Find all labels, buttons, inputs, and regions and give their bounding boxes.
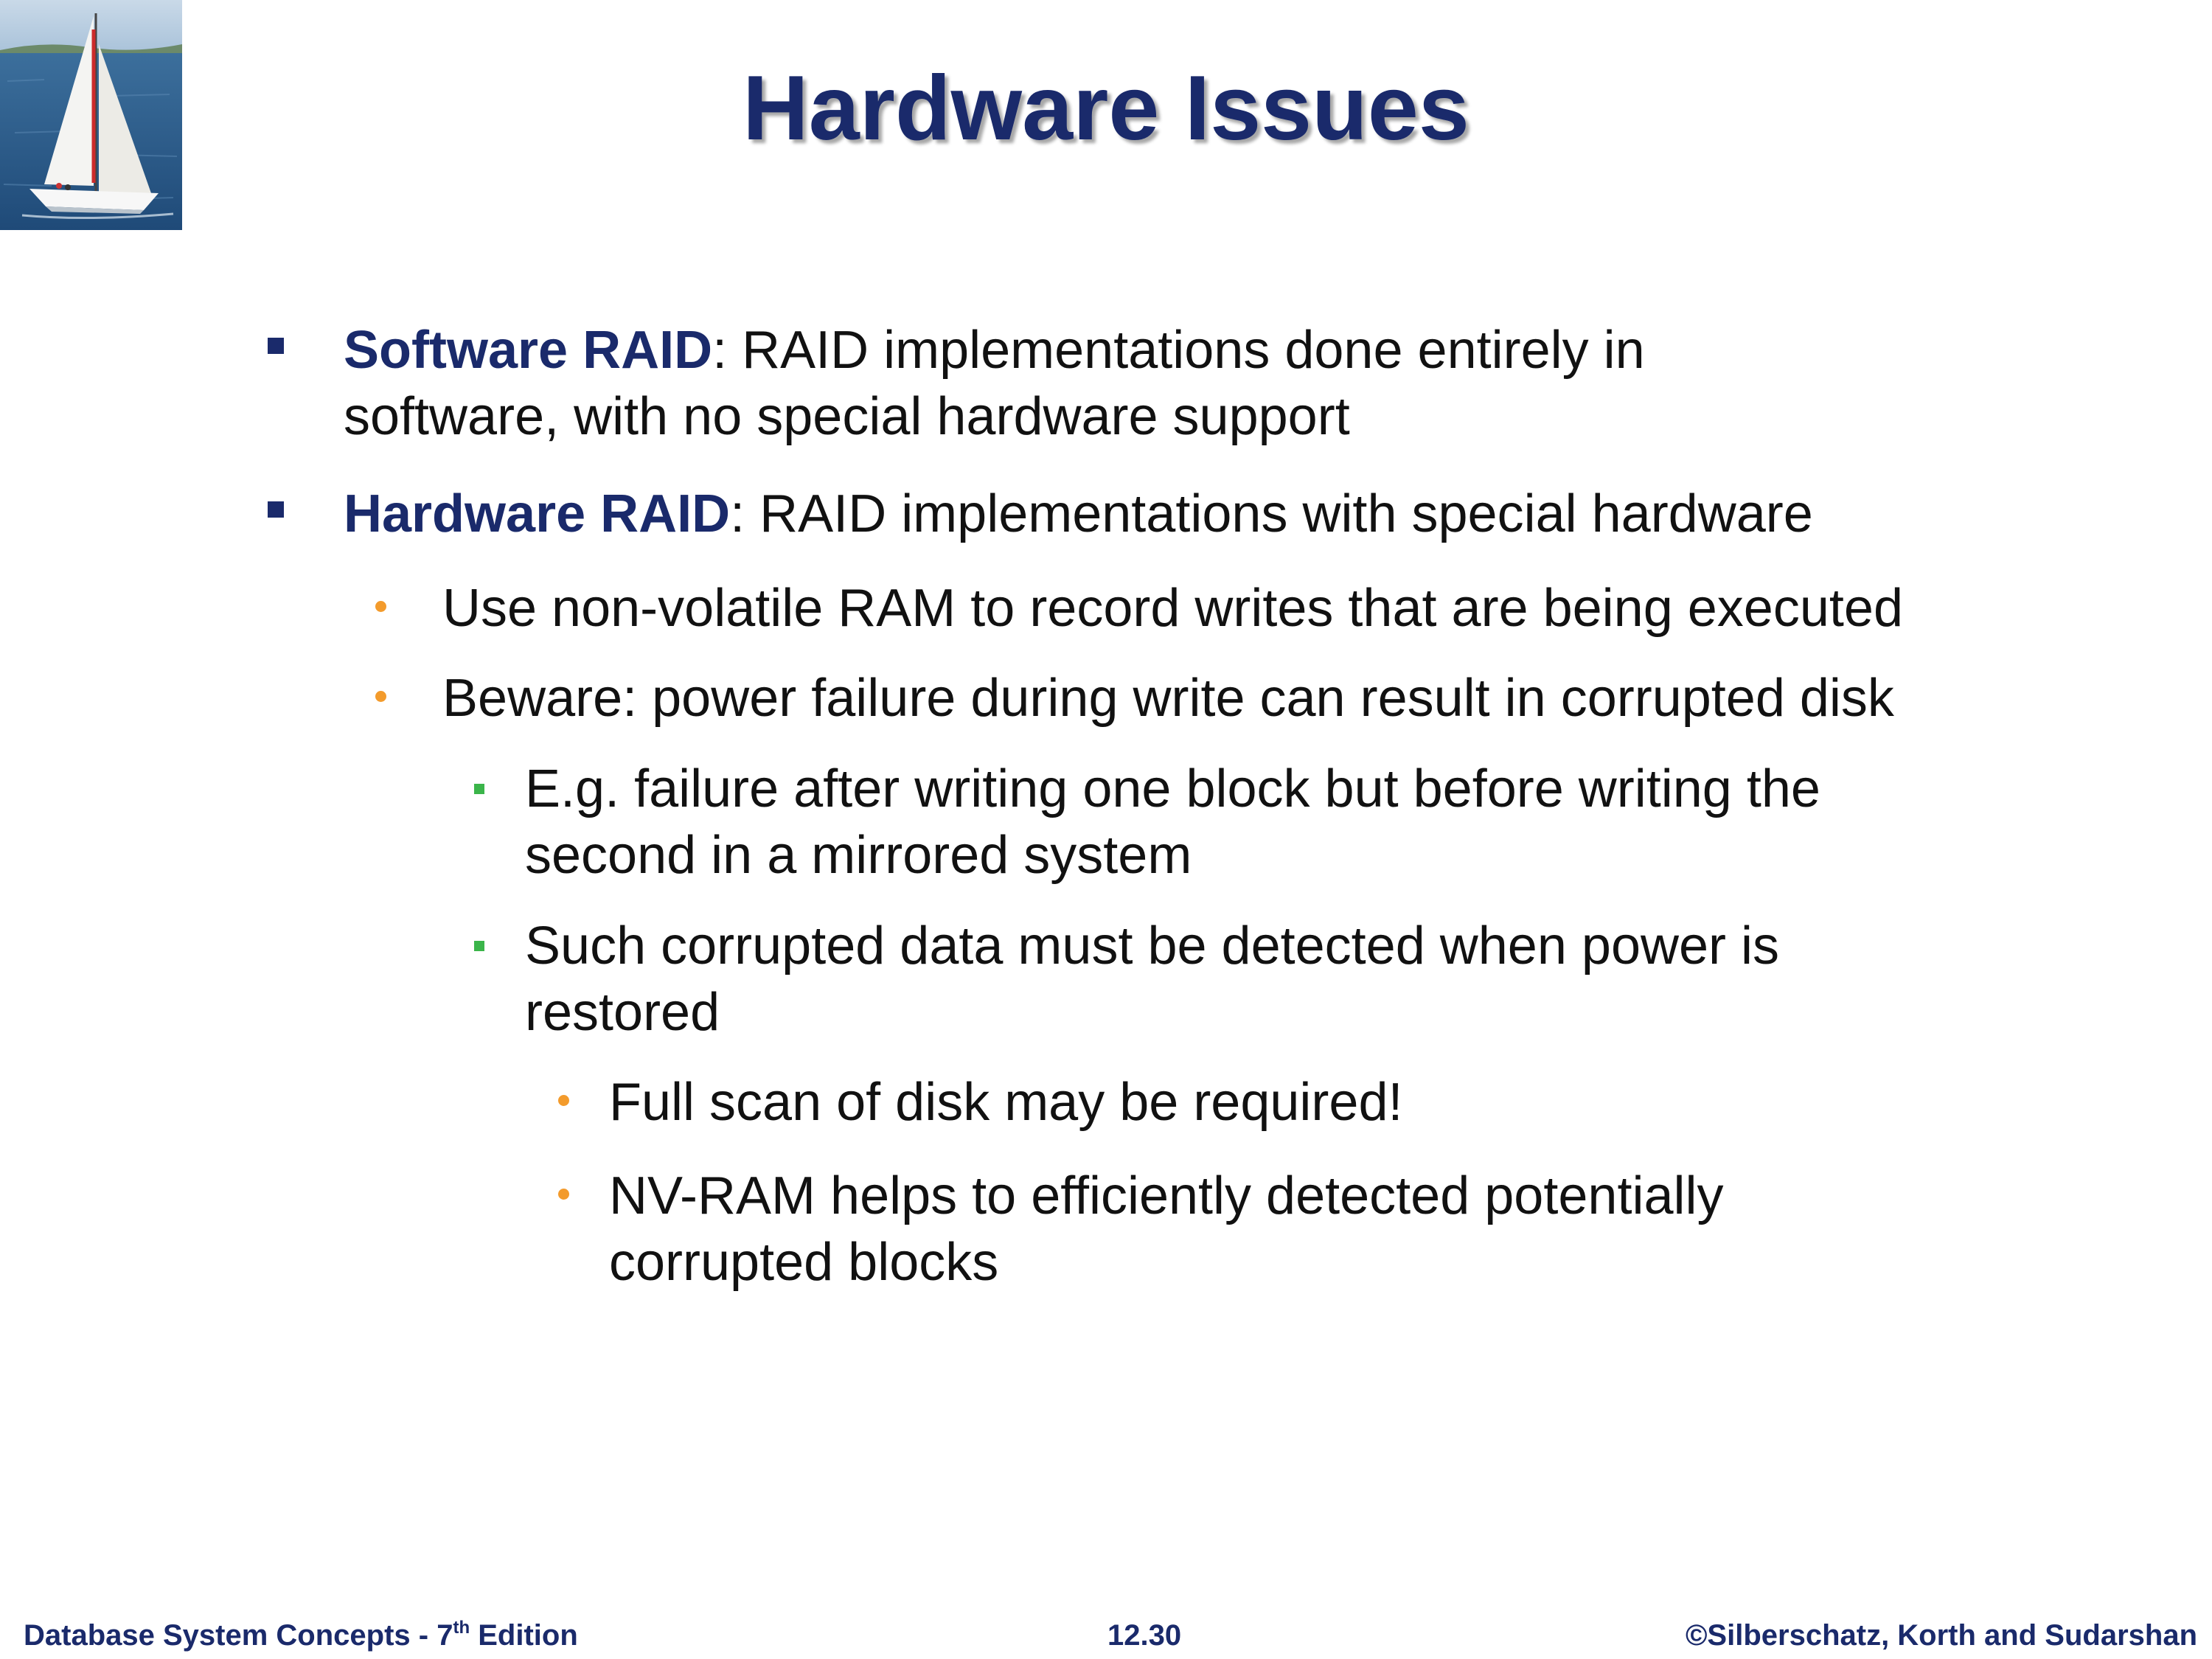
software-raid-text: : RAID implementations done entirely in	[712, 321, 1645, 380]
software-raid-term: Software RAID	[344, 321, 713, 380]
level4-bullet-icon	[558, 1095, 569, 1106]
nvram-helps-line2: corrupted blocks	[609, 1233, 999, 1292]
bullet-nvram-helps: NV-RAM helps to efficiently detected pot…	[609, 1163, 1723, 1295]
bullet-beware: Beware: power failure during write can r…	[442, 669, 1894, 728]
slide-title: Hardware Issues	[742, 58, 1470, 159]
example-line1: E.g. failure after writing one block but…	[525, 759, 1820, 818]
footer-copyright: ©Silberschatz, Korth and Sudarshan	[1685, 1619, 2197, 1652]
detect-line2: restored	[525, 983, 720, 1042]
bullet-full-scan: Full scan of disk may be required!	[609, 1073, 1403, 1132]
level3-bullet-icon	[474, 941, 484, 951]
bullet-hardware-raid: Hardware RAID: RAID implementations with…	[344, 481, 1813, 547]
bullet-software-raid: Software RAID: RAID implementations done…	[344, 317, 1645, 450]
footer-page-number: 12.30	[1107, 1619, 1182, 1652]
level2-bullet-icon	[375, 601, 386, 612]
footer-edition: Edition	[470, 1619, 578, 1652]
bullet-example: E.g. failure after writing one block but…	[525, 756, 1820, 888]
detect-line1: Such corrupted data must be detected whe…	[525, 917, 1779, 975]
level1-bullet-icon	[268, 338, 284, 354]
nvram-helps-line1: NV-RAM helps to efficiently detected pot…	[609, 1166, 1724, 1225]
footer-book: Database System Concepts - 7	[24, 1619, 453, 1652]
level3-bullet-icon	[474, 784, 484, 794]
level1-bullet-icon	[268, 501, 284, 518]
example-line2: second in a mirrored system	[525, 826, 1192, 885]
hardware-raid-text: : RAID implementations with special hard…	[730, 484, 1813, 543]
software-raid-line2: software, with no special hardware suppo…	[344, 387, 1350, 446]
footer-book-title: Database System Concepts - 7th Edition	[24, 1615, 578, 1656]
bullet-nvram-record: Use non-volatile RAM to record writes th…	[442, 579, 1903, 638]
level2-bullet-icon	[375, 691, 386, 702]
footer-edition-sup: th	[453, 1618, 470, 1638]
software-raid-line1: Software RAID: RAID implementations done…	[344, 317, 1645, 383]
level4-bullet-icon	[558, 1189, 569, 1200]
bullet-detect: Such corrupted data must be detected whe…	[525, 913, 1779, 1046]
hardware-raid-term: Hardware RAID	[344, 484, 731, 543]
